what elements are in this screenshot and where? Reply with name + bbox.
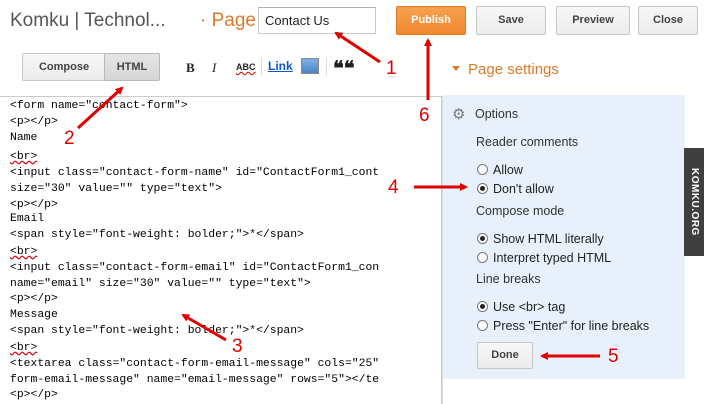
annotation-number-2: 2 (64, 128, 75, 149)
annotation-number-4: 4 (388, 177, 399, 198)
annotation-number-6: 6 (419, 105, 430, 126)
annotation-number-1: 1 (386, 58, 397, 79)
annotation-number-3: 3 (232, 336, 243, 357)
arrow-2 (76, 86, 124, 130)
annotation-arrows (76, 31, 600, 360)
arrow-3 (181, 313, 227, 342)
arrow-1 (334, 31, 381, 64)
annotation-number-5: 5 (608, 346, 619, 367)
